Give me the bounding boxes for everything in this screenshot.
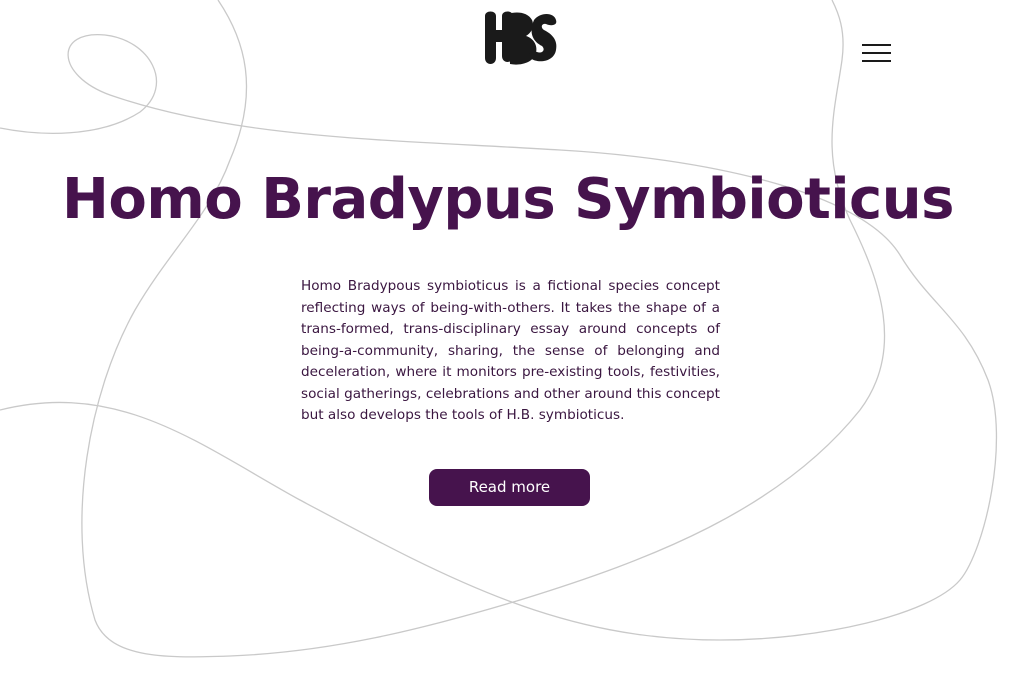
menu-line <box>862 52 891 54</box>
page: Homo Bradypus Symbioticus Homo Bradypous… <box>0 0 1016 674</box>
page-title: Homo Bradypus Symbioticus <box>62 167 954 232</box>
hamburger-menu-icon[interactable] <box>858 40 896 68</box>
hbs-logo-icon[interactable] <box>482 8 558 68</box>
intro-paragraph: Homo Bradypous symbioticus is a fictiona… <box>301 278 720 423</box>
menu-line <box>862 60 891 62</box>
menu-line <box>862 44 891 46</box>
read-more-button[interactable]: Read more <box>429 469 590 506</box>
